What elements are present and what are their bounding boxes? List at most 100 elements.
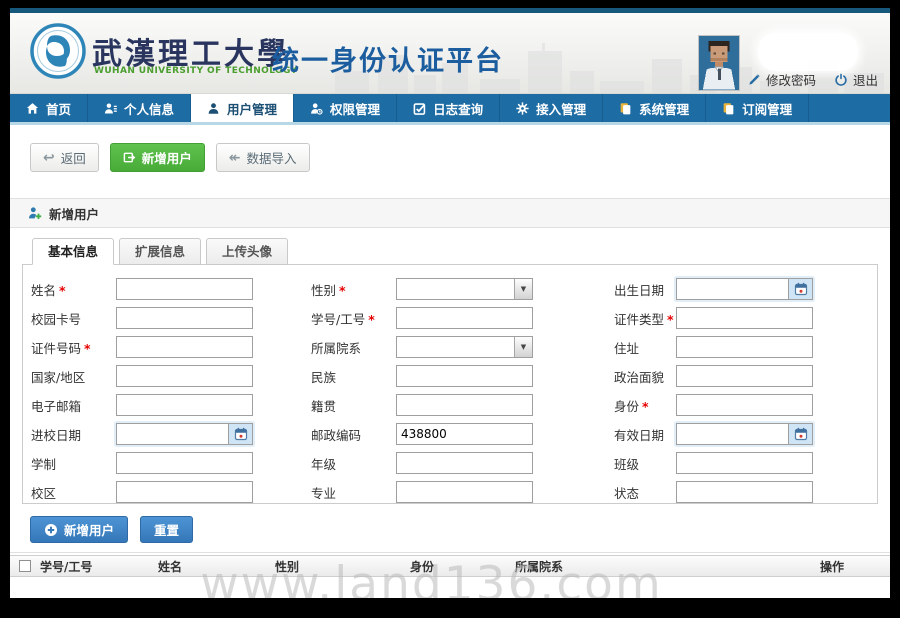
column-header-6: 操作 bbox=[820, 556, 890, 576]
nav-item-profile[interactable]: 个人信息 bbox=[88, 94, 191, 122]
nav-item-label: 系统管理 bbox=[639, 99, 689, 118]
ethnicity-input[interactable] bbox=[396, 365, 533, 387]
home-icon bbox=[26, 102, 39, 115]
reset-button[interactable]: 重置 bbox=[140, 516, 193, 543]
data-import-button[interactable]: ↞ 数据导入 bbox=[216, 143, 310, 172]
field-label-valid-date: 有效日期 bbox=[614, 425, 676, 444]
campus-input[interactable] bbox=[116, 481, 253, 503]
dropdown-arrow-icon[interactable]: ▼ bbox=[514, 337, 532, 357]
tab-extended-info[interactable]: 扩展信息 bbox=[119, 238, 201, 265]
field-label-status: 状态 bbox=[614, 483, 676, 502]
calendar-icon[interactable] bbox=[788, 423, 813, 445]
user-avatar bbox=[698, 35, 740, 91]
campus-card-no-input[interactable] bbox=[116, 307, 253, 329]
tab-basic-info[interactable]: 基本信息 bbox=[32, 238, 114, 265]
field-political-status bbox=[676, 365, 828, 387]
nav-item-system-management[interactable]: 系统管理 bbox=[603, 94, 706, 122]
field-label-student-no: 学号/工号* bbox=[311, 309, 396, 328]
postal-code-input[interactable] bbox=[396, 423, 533, 445]
nav-item-label: 订阅管理 bbox=[742, 99, 792, 118]
gender-select[interactable]: ▼ bbox=[396, 278, 533, 300]
native-place-input[interactable] bbox=[396, 394, 533, 416]
field-native-place bbox=[396, 394, 614, 416]
required-asterisk: * bbox=[339, 283, 346, 298]
field-valid-date bbox=[676, 423, 828, 445]
nav-item-label: 首页 bbox=[46, 99, 71, 118]
document-icon bbox=[722, 102, 735, 115]
column-header-1: 学号/工号 bbox=[40, 556, 158, 576]
nav-item-home[interactable]: 首页 bbox=[10, 94, 88, 122]
tab-upload-avatar[interactable]: 上传头像 bbox=[206, 238, 288, 265]
nav-item-subscription-management[interactable]: 订阅管理 bbox=[706, 94, 809, 122]
field-identity bbox=[676, 394, 828, 416]
change-password-label: 修改密码 bbox=[766, 70, 816, 89]
political-status-input[interactable] bbox=[676, 365, 813, 387]
select-all-checkbox[interactable] bbox=[19, 560, 31, 572]
calendar-icon[interactable] bbox=[788, 278, 813, 300]
field-postal-code bbox=[396, 423, 614, 445]
nav-item-label: 个人信息 bbox=[124, 99, 174, 118]
department-select[interactable]: ▼ bbox=[396, 336, 533, 358]
grade-input[interactable] bbox=[396, 452, 533, 474]
field-label-campus: 校区 bbox=[31, 483, 116, 502]
identity-input[interactable] bbox=[676, 394, 813, 416]
id-type-input[interactable] bbox=[676, 307, 813, 329]
field-status bbox=[676, 481, 828, 503]
name-input[interactable] bbox=[116, 278, 253, 300]
import-arrow-icon: ↞ bbox=[229, 150, 241, 166]
select-value bbox=[397, 337, 514, 357]
entry-date-input[interactable] bbox=[116, 423, 228, 445]
field-label-class: 班级 bbox=[614, 454, 676, 473]
field-label-identity: 身份* bbox=[614, 396, 676, 415]
field-email bbox=[116, 394, 311, 416]
change-password-link[interactable]: 修改密码 bbox=[748, 70, 816, 89]
field-label-campus-card-no: 校园卡号 bbox=[31, 309, 116, 328]
nav-item-label: 权限管理 bbox=[330, 99, 380, 118]
major-input[interactable] bbox=[396, 481, 533, 503]
country-region-input[interactable] bbox=[116, 365, 253, 387]
id-number-input[interactable] bbox=[116, 336, 253, 358]
nav-item-label: 用户管理 bbox=[227, 99, 277, 118]
field-birth-date bbox=[676, 278, 828, 300]
valid-date-input[interactable] bbox=[676, 423, 788, 445]
gear-icon bbox=[516, 102, 529, 115]
select-all-cell bbox=[10, 556, 40, 576]
pencil-icon bbox=[748, 73, 761, 86]
nav-item-permission-management[interactable]: 权限管理 bbox=[294, 94, 397, 122]
app-window: 武漢理工大學 WUHAN UNIVERSITY OF TECHNOLOGY 统一… bbox=[10, 8, 890, 598]
data-import-label: 数据导入 bbox=[247, 148, 297, 167]
class-input[interactable] bbox=[676, 452, 813, 474]
field-country-region bbox=[116, 365, 311, 387]
permission-icon bbox=[310, 102, 323, 115]
field-label-postal-code: 邮政编码 bbox=[311, 425, 396, 444]
platform-title: 统一身份认证平台 bbox=[272, 39, 504, 78]
birth-date-input[interactable] bbox=[676, 278, 788, 300]
column-header-5: 所属院系 bbox=[515, 556, 820, 576]
field-campus-card-no bbox=[116, 307, 311, 329]
calendar-icon[interactable] bbox=[228, 423, 253, 445]
field-grade bbox=[396, 452, 614, 474]
add-user-person-icon bbox=[28, 206, 42, 220]
field-class bbox=[676, 452, 828, 474]
student-no-input[interactable] bbox=[396, 307, 533, 329]
field-campus bbox=[116, 481, 311, 503]
address-input[interactable] bbox=[676, 336, 813, 358]
nav-item-user-management[interactable]: 用户管理 bbox=[191, 94, 294, 122]
nav-item-log-query[interactable]: 日志查询 bbox=[397, 94, 500, 122]
study-length-input[interactable] bbox=[116, 452, 253, 474]
submit-add-user-button[interactable]: 新增用户 bbox=[30, 516, 128, 543]
add-user-export-icon bbox=[123, 151, 136, 164]
add-user-toolbar-button[interactable]: 新增用户 bbox=[110, 143, 205, 172]
nav-item-access-management[interactable]: 接入管理 bbox=[500, 94, 603, 122]
logout-link[interactable]: 退出 bbox=[834, 70, 878, 89]
field-label-grade: 年级 bbox=[311, 454, 396, 473]
field-label-id-number: 证件号码* bbox=[31, 338, 116, 357]
field-label-address: 住址 bbox=[614, 338, 676, 357]
dropdown-arrow-icon[interactable]: ▼ bbox=[514, 279, 532, 299]
field-department: ▼ bbox=[396, 336, 614, 358]
required-asterisk: * bbox=[667, 312, 674, 327]
email-input[interactable] bbox=[116, 394, 253, 416]
back-button[interactable]: ↩ 返回 bbox=[30, 143, 99, 172]
status-input[interactable] bbox=[676, 481, 813, 503]
username-redaction bbox=[758, 33, 858, 71]
